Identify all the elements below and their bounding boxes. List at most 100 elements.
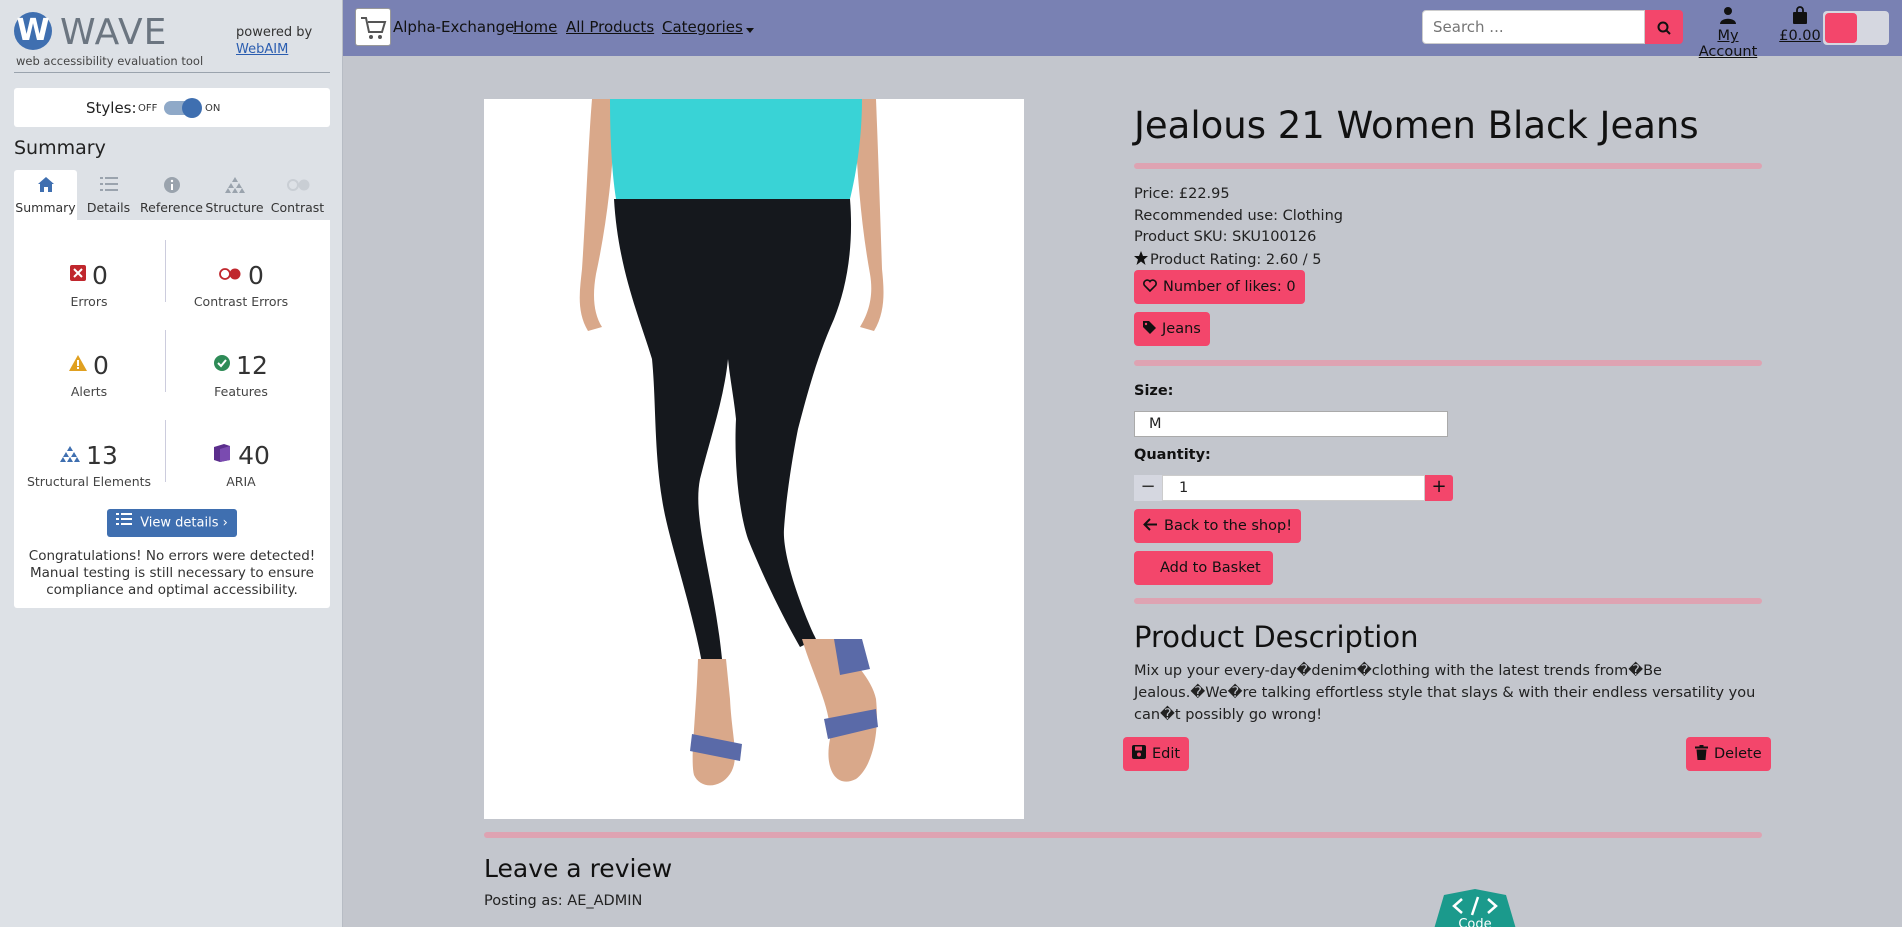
size-select[interactable]: M — [1134, 411, 1448, 437]
stat-structural[interactable]: 13 Structural Elements — [14, 438, 164, 490]
search-button[interactable] — [1645, 10, 1683, 44]
structure-icon — [60, 445, 81, 466]
tab-label: Details — [86, 200, 131, 215]
wave-logo: W — [14, 12, 52, 50]
structure-icon — [203, 176, 266, 198]
description-heading: Product Description — [1134, 620, 1419, 654]
tab-structure[interactable]: Structure — [203, 170, 266, 220]
product-price: Price: £22.95 — [1134, 186, 1230, 202]
basket-total: £0.00 — [1779, 28, 1821, 44]
brand-logo[interactable] — [355, 8, 391, 46]
navbar: Alpha-Exchange Home All Products Categor… — [343, 0, 1902, 60]
errors-label: Errors — [70, 294, 108, 309]
product-rating: Product Rating: 2.60 / 5 — [1134, 251, 1322, 269]
structural-label: Structural Elements — [26, 474, 152, 489]
save-icon — [1132, 745, 1146, 763]
alerts-label: Alerts — [70, 384, 108, 399]
nav-categories[interactable]: Categories — [662, 18, 754, 37]
tab-summary[interactable]: Summary — [14, 170, 77, 220]
nav-categories-label: Categories — [662, 18, 743, 36]
stat-features[interactable]: 12 Features — [166, 348, 316, 399]
contrast-errors-label: Contrast Errors — [193, 294, 289, 309]
delete-button[interactable]: Delete — [1686, 737, 1771, 771]
styles-toggle-box: Styles: OFF ON — [14, 88, 330, 127]
size-label: Size: — [1134, 383, 1174, 399]
stat-contrast-errors[interactable]: 0 Contrast Errors — [166, 258, 316, 310]
theme-toggle[interactable] — [1823, 11, 1889, 45]
minus-icon: − — [1140, 476, 1156, 497]
edit-label: Edit — [1152, 746, 1181, 762]
plus-icon: + — [1431, 476, 1447, 497]
tab-label: Contrast — [270, 200, 325, 215]
basket-link[interactable]: £0.00 — [1776, 6, 1824, 44]
brand-name[interactable]: Alpha-Exchange — [393, 18, 514, 36]
stat-errors[interactable]: 0 Errors — [14, 258, 164, 309]
add-to-basket-button[interactable]: Add to Basket — [1134, 551, 1273, 585]
alerts-count: 0 — [93, 350, 109, 380]
my-account-label: My Account — [1698, 28, 1758, 60]
webaim-link[interactable]: WebAIM — [236, 42, 288, 57]
quantity-input[interactable]: 1 — [1162, 475, 1425, 501]
view-details-label: View details › — [140, 515, 228, 531]
quantity-increment-button[interactable]: + — [1425, 475, 1453, 501]
tag-jeans[interactable]: Jeans — [1134, 312, 1210, 346]
divider — [484, 832, 1762, 838]
tab-reference[interactable]: Reference — [140, 170, 203, 220]
congrats-message: Congratulations! No errors were detected… — [28, 548, 316, 598]
likes-button[interactable]: Number of likes: 0 — [1134, 270, 1305, 304]
trash-icon — [1695, 744, 1708, 764]
product-sku: Product SKU: SKU100126 — [1134, 229, 1317, 245]
tag-label: Jeans — [1162, 321, 1201, 337]
list-icon — [116, 509, 133, 537]
wave-sidebar: W WAVE web accessibility evaluation tool… — [0, 0, 343, 927]
quantity-decrement-button[interactable]: − — [1134, 475, 1162, 501]
theme-toggle-knob — [1825, 13, 1857, 43]
likes-label: Number of likes: 0 — [1163, 279, 1296, 295]
user-icon — [1720, 7, 1736, 28]
search-input[interactable] — [1422, 10, 1645, 44]
tab-label: Summary — [15, 200, 76, 215]
nav-all-products[interactable]: All Products — [566, 18, 654, 36]
code-badge[interactable]: Code — [1434, 889, 1516, 927]
description-text: Mix up your every-day�denim�clothing wit… — [1134, 663, 1756, 723]
back-to-shop-button[interactable]: Back to the shop! — [1134, 509, 1302, 543]
powered-by-label: powered by — [236, 25, 313, 40]
alert-icon — [69, 355, 88, 375]
product-recommended-use: Recommended use: Clothing — [1134, 208, 1343, 224]
star-icon — [1134, 251, 1148, 269]
tab-label: Reference — [140, 200, 203, 215]
wave-header: W WAVE web accessibility evaluation tool… — [14, 10, 330, 73]
posting-as: Posting as: AE_ADMIN — [484, 893, 643, 909]
code-badge-label: Code — [1458, 917, 1492, 927]
review-heading: Leave a review — [484, 854, 673, 883]
wave-wordmark: WAVE — [60, 12, 168, 53]
structural-count: 13 — [86, 440, 118, 470]
tab-details[interactable]: Details — [77, 170, 140, 220]
my-account-link[interactable]: My Account — [1686, 6, 1770, 60]
back-to-shop-label: Back to the shop! — [1164, 518, 1293, 534]
delete-label: Delete — [1714, 746, 1762, 762]
nav-home[interactable]: Home — [513, 18, 557, 36]
stat-alerts[interactable]: 0 Alerts — [14, 348, 164, 399]
edit-button[interactable]: Edit — [1123, 737, 1190, 771]
features-count: 12 — [236, 350, 268, 380]
site-content: Alpha-Exchange Home All Products Categor… — [343, 0, 1902, 927]
view-details-button[interactable]: View details › — [107, 509, 237, 537]
styles-off-label: OFF — [138, 103, 158, 114]
errors-count: 0 — [92, 260, 108, 290]
search-icon — [1657, 20, 1671, 39]
styles-toggle[interactable] — [164, 98, 202, 118]
product-rating-text: Product Rating: 2.60 / 5 — [1150, 252, 1322, 268]
tab-contrast[interactable]: Contrast — [266, 170, 329, 220]
arrow-left-icon — [1143, 517, 1158, 535]
divider — [1134, 163, 1762, 169]
wave-tabs: Summary Details Reference Structure Cont… — [14, 170, 330, 220]
heart-icon — [1143, 278, 1157, 296]
info-icon — [140, 176, 203, 198]
tab-label: Structure — [205, 200, 264, 215]
home-icon — [14, 176, 77, 198]
product-image — [484, 99, 1024, 819]
stat-aria[interactable]: 40 ARIA — [166, 438, 316, 489]
summary-panel: Summary Details Reference Structure Cont… — [14, 170, 330, 608]
divider — [1134, 360, 1762, 366]
